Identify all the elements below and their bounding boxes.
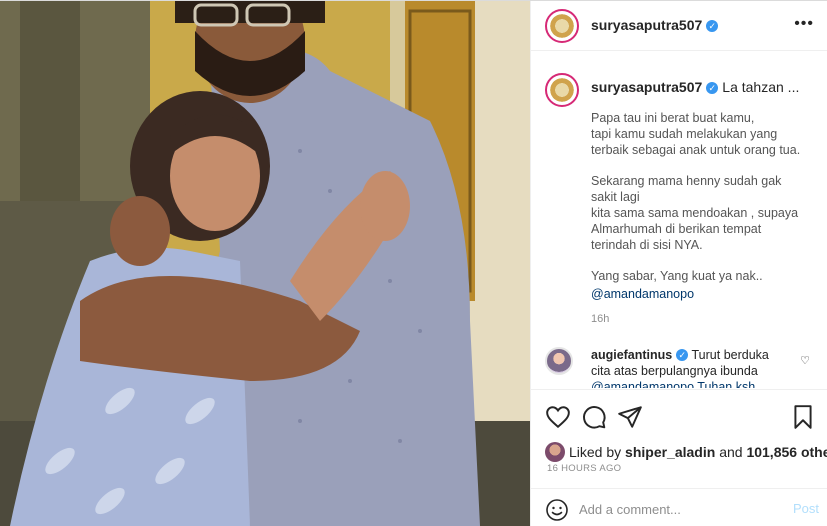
caption-preview: La tahzan ... (722, 79, 800, 95)
verified-badge-icon: ✓ (706, 20, 719, 32)
caption-body: Papa tau ini berat buat kamu, tapi kamu … (591, 110, 816, 317)
comment-icon[interactable] (581, 404, 607, 430)
author-username[interactable]: suryasaputra507 (591, 17, 702, 33)
author-avatar[interactable] (545, 9, 579, 43)
post-timestamp[interactable]: 16 HOURS AGO (547, 463, 621, 474)
post-photo[interactable] (0, 1, 530, 526)
commenter-avatar[interactable] (545, 347, 573, 375)
likes-and: and (715, 444, 747, 460)
caption-avatar[interactable] (545, 73, 579, 107)
commenter-username[interactable]: augiefantinus (591, 348, 672, 362)
caption-paragraph: Yang sabar, Yang kuat ya nak.. (591, 269, 763, 283)
verified-badge-icon: ✓ (706, 82, 719, 94)
liker-username[interactable]: shiper_aladin (625, 444, 715, 460)
caption-paragraph: Papa tau ini berat buat kamu, tapi kamu … (591, 111, 801, 157)
comments-section: suryasaputra507 ✓ La tahzan ... Papa tau i… (531, 51, 827, 388)
post-comment-button[interactable]: Post (793, 501, 819, 516)
verified-badge-icon: ✓ (676, 349, 689, 361)
caption-username[interactable]: suryasaputra507 (591, 79, 702, 95)
likes-count[interactable]: 101,856 others (746, 444, 827, 460)
author-name-row: suryasaputra507 ✓ (591, 17, 719, 33)
instagram-post: suryasaputra507 ✓ ••• suryasaputra507 ✓ La … (0, 0, 827, 526)
post-sidebar: suryasaputra507 ✓ ••• suryasaputra507 ✓ La … (530, 1, 827, 526)
liker-avatar[interactable] (545, 442, 565, 462)
like-comment-heart-icon[interactable]: ♡ (800, 353, 810, 369)
post-photo-image (0, 1, 530, 526)
comment-mention[interactable]: @amandamanopo Tuhan ksh (591, 380, 755, 388)
post-header: suryasaputra507 ✓ ••• (531, 1, 827, 51)
share-icon[interactable] (617, 404, 643, 430)
heart-icon[interactable] (545, 404, 571, 430)
more-options-icon[interactable]: ••• (794, 16, 814, 32)
likes-prefix: Liked by (569, 444, 626, 460)
comment-input[interactable] (579, 495, 779, 523)
caption-time-ago[interactable]: 16h (591, 313, 609, 325)
likes-summary: Liked by shiper_aladin and 101,856 other… (545, 442, 827, 462)
add-comment-bar: Post (531, 488, 827, 526)
caption-header: suryasaputra507 ✓ La tahzan ... (591, 79, 799, 95)
bookmark-icon[interactable] (790, 404, 816, 430)
comment-text-block: augiefantinus ✓ Turut berduka cita atas b… (591, 347, 791, 388)
emoji-icon[interactable] (545, 498, 569, 522)
caption-paragraph: Sekarang mama henny sudah gak sakit lagi… (591, 174, 799, 252)
caption-mention[interactable]: @amandamanopo (591, 286, 816, 302)
